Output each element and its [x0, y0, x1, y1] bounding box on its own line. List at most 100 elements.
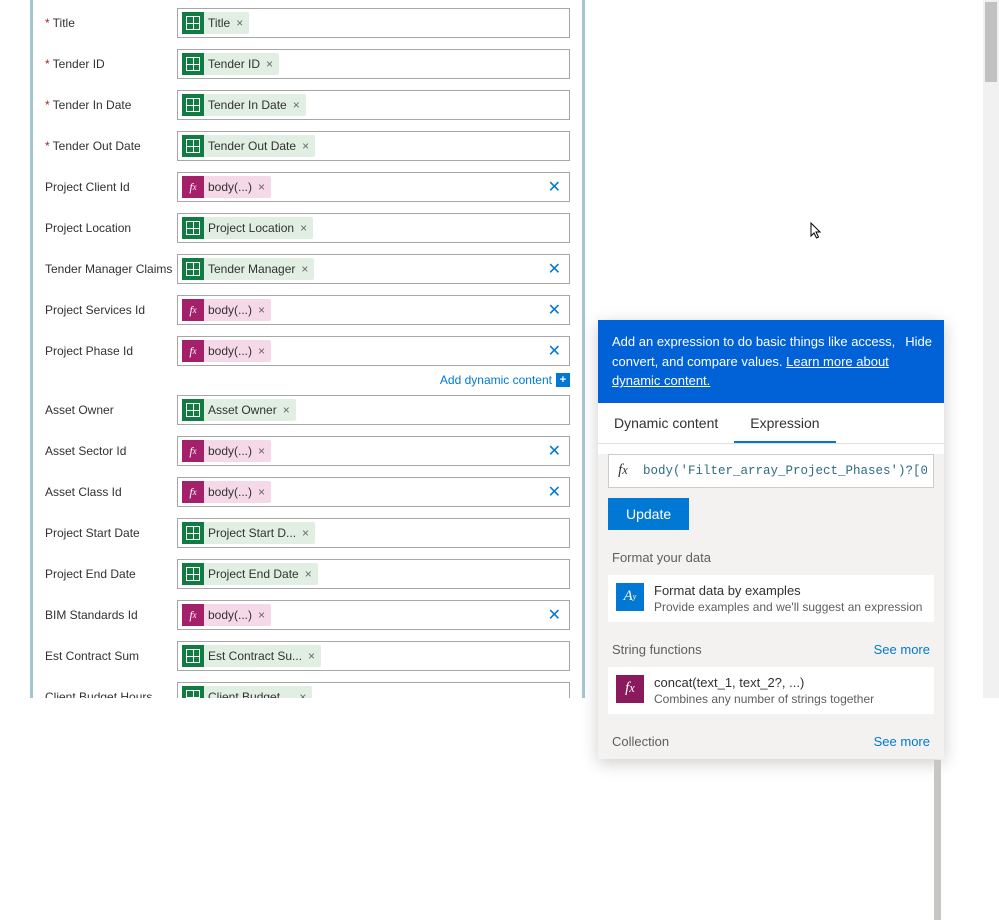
form-panel: *TitleTitle×*Tender IDTender ID×*Tender … [30, 0, 585, 698]
field-row: Tender Manager Claims Tender Manager× ✕ [45, 254, 570, 284]
token-remove-icon[interactable]: × [266, 57, 273, 71]
excel-icon [182, 563, 204, 585]
excel-token[interactable]: Project End Date× [182, 563, 318, 585]
excel-icon [182, 135, 204, 157]
field-input[interactable]: fxbody(...)× ✕ [177, 600, 570, 630]
token-remove-icon[interactable]: × [236, 16, 243, 30]
field-label: Asset Class Id [45, 485, 177, 499]
clear-field-icon[interactable]: ✕ [548, 482, 561, 502]
expression-token[interactable]: fxbody(...)× [182, 299, 271, 321]
token-remove-icon[interactable]: × [302, 139, 309, 153]
excel-icon [182, 217, 204, 239]
token-remove-icon[interactable]: × [293, 98, 300, 112]
token-remove-icon[interactable]: × [300, 221, 307, 235]
excel-token[interactable]: Asset Owner× [182, 399, 296, 421]
excel-token[interactable]: Tender ID× [182, 53, 279, 75]
token-remove-icon[interactable]: × [258, 485, 265, 499]
field-input[interactable]: Tender Out Date× [177, 131, 570, 161]
fx-icon: fx [616, 675, 644, 703]
token-remove-icon[interactable]: × [283, 403, 290, 417]
clear-field-icon[interactable]: ✕ [548, 341, 561, 361]
clear-field-icon[interactable]: ✕ [548, 300, 561, 320]
excel-token[interactable]: Tender In Date× [182, 94, 306, 116]
field-input[interactable]: Project End Date× [177, 559, 570, 589]
token-remove-icon[interactable]: × [258, 180, 265, 194]
field-input[interactable]: Asset Owner× [177, 395, 570, 425]
token-remove-icon[interactable]: × [258, 608, 265, 622]
excel-token[interactable]: Est Contract Su...× [182, 645, 321, 667]
see-more-string[interactable]: See more [874, 642, 930, 657]
field-input[interactable]: Est Contract Su...× [177, 641, 570, 671]
excel-icon [182, 645, 204, 667]
expression-token[interactable]: fxbody(...)× [182, 604, 271, 626]
required-asterisk: * [45, 139, 50, 153]
field-label: *Tender ID [45, 57, 177, 71]
section-collection-header: Collection See more [598, 724, 944, 759]
expression-token[interactable]: fxbody(...)× [182, 481, 271, 503]
expression-input[interactable] [637, 464, 933, 478]
field-row: Project Client Idfxbody(...)×✕ [45, 172, 570, 202]
clear-field-icon[interactable]: ✕ [548, 259, 561, 279]
fx-icon: fx [182, 299, 204, 321]
field-input[interactable]: Project Location× [177, 213, 570, 243]
token-remove-icon[interactable]: × [258, 444, 265, 458]
format-by-examples-item[interactable]: Ay Format data by examples Provide examp… [608, 575, 934, 622]
field-input[interactable]: fxbody(...)× ✕ [177, 172, 570, 202]
window-scrollbar[interactable] [983, 0, 999, 698]
field-input[interactable]: Tender In Date× [177, 90, 570, 120]
excel-token[interactable]: Title× [182, 12, 249, 34]
add-dynamic-content-link[interactable]: Add dynamic content+ [177, 373, 570, 387]
see-more-collection[interactable]: See more [874, 734, 930, 749]
token-remove-icon[interactable]: × [258, 344, 265, 358]
expression-token[interactable]: fxbody(...)× [182, 340, 271, 362]
excel-token[interactable]: Project Location× [182, 217, 313, 239]
clear-field-icon[interactable]: ✕ [548, 177, 561, 197]
panel-scrollbar[interactable] [934, 760, 941, 920]
excel-token[interactable]: Tender Manager× [182, 258, 314, 280]
field-label: Tender Manager Claims [45, 262, 177, 276]
required-asterisk: * [45, 98, 50, 112]
field-input[interactable]: Project Start D...× [177, 518, 570, 548]
expression-token[interactable]: fxbody(...)× [182, 440, 271, 462]
excel-icon [182, 522, 204, 544]
mouse-cursor [810, 222, 824, 245]
field-label: *Tender In Date [45, 98, 177, 112]
clear-field-icon[interactable]: ✕ [548, 441, 561, 461]
field-row: Client Budget HoursClient Budget ...× [45, 682, 570, 698]
scrollbar-thumb[interactable] [985, 2, 997, 82]
field-input[interactable]: fxbody(...)× ✕ [177, 336, 570, 366]
excel-icon [182, 399, 204, 421]
field-row: Project Phase Id fxbody(...)× ✕ [45, 336, 570, 366]
field-input[interactable]: Title× [177, 8, 570, 38]
field-label: Project Phase Id [45, 344, 177, 358]
fx-icon: fx [182, 604, 204, 626]
field-input[interactable]: Tender ID× [177, 49, 570, 79]
tab-dynamic-content[interactable]: Dynamic content [598, 403, 734, 443]
field-row: Asset Class Id fxbody(...)× ✕ [45, 477, 570, 507]
panel-header: Add an expression to do basic things lik… [598, 320, 944, 403]
clear-field-icon[interactable]: ✕ [548, 605, 561, 625]
tab-expression[interactable]: Expression [734, 403, 835, 443]
field-input[interactable]: fxbody(...)× ✕ [177, 477, 570, 507]
token-remove-icon[interactable]: × [299, 690, 306, 698]
token-remove-icon[interactable]: × [305, 567, 312, 581]
excel-token[interactable]: Project Start D...× [182, 522, 315, 544]
field-label: Project Start Date [45, 526, 177, 540]
field-input[interactable]: Client Budget ...× [177, 682, 570, 698]
token-remove-icon[interactable]: × [302, 526, 309, 540]
field-input[interactable]: fxbody(...)× ✕ [177, 295, 570, 325]
field-row: Project End DateProject End Date× [45, 559, 570, 589]
expression-editor: fx [608, 454, 934, 488]
excel-token[interactable]: Tender Out Date× [182, 135, 315, 157]
field-input[interactable]: Tender Manager× ✕ [177, 254, 570, 284]
token-remove-icon[interactable]: × [308, 649, 315, 663]
token-remove-icon[interactable]: × [301, 262, 308, 276]
expression-token[interactable]: fxbody(...)× [182, 176, 271, 198]
hide-button[interactable]: Hide [905, 332, 932, 352]
token-remove-icon[interactable]: × [258, 303, 265, 317]
excel-token[interactable]: Client Budget ...× [182, 686, 312, 698]
field-input[interactable]: fxbody(...)× ✕ [177, 436, 570, 466]
concat-function-item[interactable]: fx concat(text_1, text_2?, ...) Combines… [608, 667, 934, 714]
update-button[interactable]: Update [608, 498, 689, 530]
fx-icon: fx [609, 462, 637, 479]
